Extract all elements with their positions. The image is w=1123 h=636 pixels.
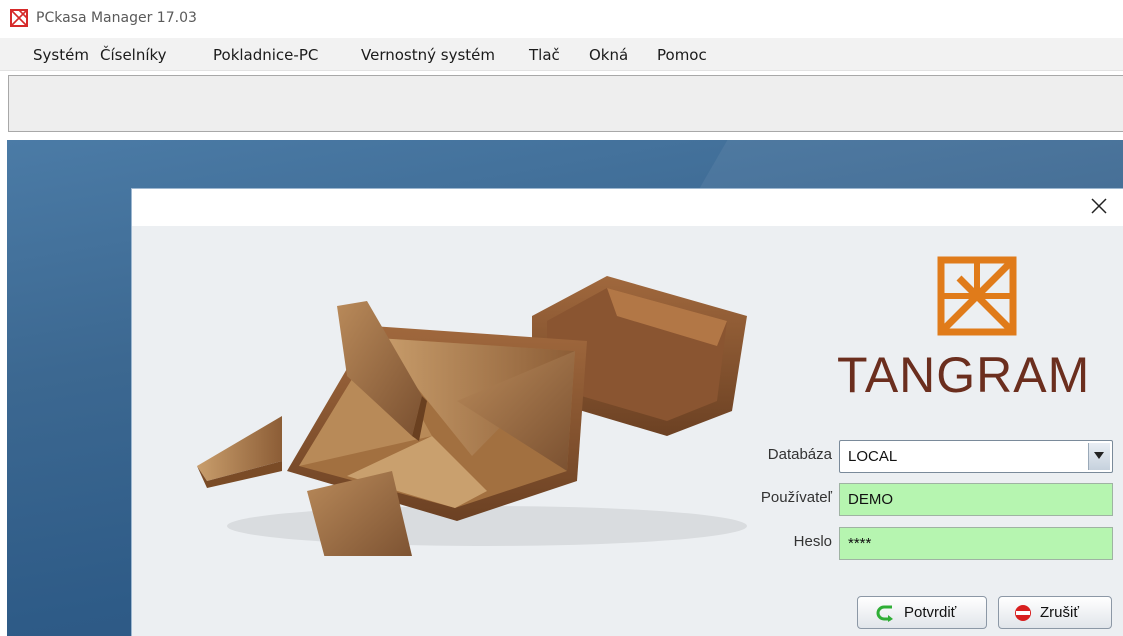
menu-ciselniky[interactable]: Číselníky — [100, 46, 167, 64]
database-value: LOCAL — [848, 448, 898, 465]
user-label: Používateľ — [760, 489, 832, 506]
menu-bar: Systém Číselníky Pokladnice-PC Vernostný… — [0, 38, 1123, 71]
tangram-puzzle-image — [197, 276, 747, 556]
pckasa-app-icon — [10, 9, 28, 27]
menu-pomoc[interactable]: Pomoc — [657, 46, 707, 64]
title-bar: PCkasa Manager 17.03 — [0, 0, 1123, 38]
user-field[interactable]: DEMO — [839, 483, 1113, 516]
password-field[interactable]: **** — [839, 527, 1113, 560]
menu-system[interactable]: Systém — [33, 46, 89, 64]
menu-pokladnice-pc[interactable]: Pokladnice-PC — [213, 46, 318, 64]
dialog-body: TANGRAM Databáza LOCAL Používateľ DEMO H… — [132, 226, 1123, 636]
tangram-brand-text: TANGRAM — [837, 347, 1091, 403]
window-title: PCkasa Manager 17.03 — [36, 10, 197, 26]
menu-tlac[interactable]: Tlač — [529, 46, 560, 64]
menu-okna[interactable]: Okná — [589, 46, 628, 64]
database-label: Databáza — [767, 446, 832, 463]
menu-vernostny-system[interactable]: Vernostný systém — [361, 46, 495, 64]
cancel-button[interactable]: Zrušiť — [998, 596, 1112, 629]
chevron-down-icon[interactable] — [1088, 443, 1110, 470]
password-value: **** — [848, 535, 872, 552]
toolbar — [8, 75, 1123, 132]
database-select[interactable]: LOCAL — [839, 440, 1113, 473]
user-value: DEMO — [848, 491, 893, 508]
login-dialog: TANGRAM Databáza LOCAL Používateľ DEMO H… — [131, 188, 1123, 636]
cancel-stop-icon — [1015, 605, 1031, 621]
tangram-logo-icon — [937, 256, 1017, 336]
confirm-arrow-icon — [876, 605, 893, 622]
confirm-button[interactable]: Potvrdiť — [857, 596, 987, 629]
confirm-button-label: Potvrdiť — [904, 604, 957, 621]
password-label: Heslo — [793, 533, 832, 550]
cancel-button-label: Zrušiť — [1040, 604, 1079, 621]
close-icon[interactable] — [1089, 196, 1109, 216]
